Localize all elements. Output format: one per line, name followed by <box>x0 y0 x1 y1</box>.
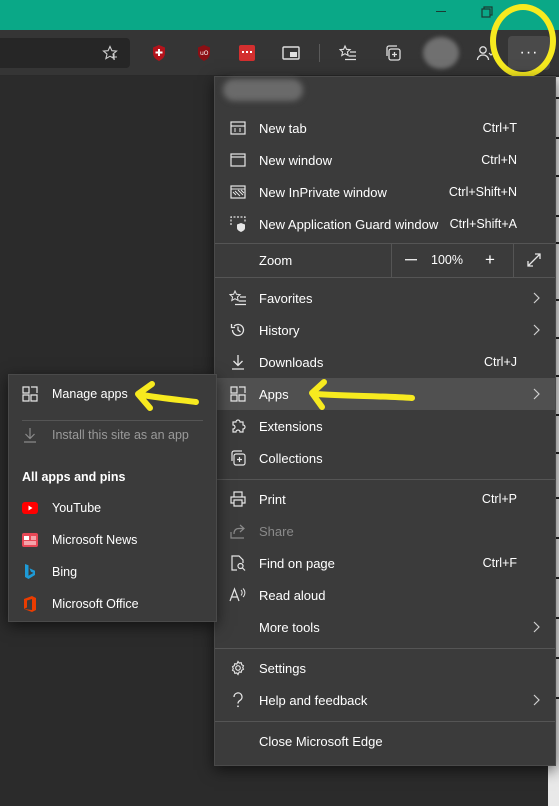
picture-in-picture-icon[interactable] <box>279 41 303 65</box>
extension-shield-icon[interactable] <box>147 41 171 65</box>
share-icon <box>229 522 247 540</box>
menu-item-favorites[interactable]: Favorites <box>215 282 555 314</box>
bing-icon <box>22 564 38 580</box>
annotation-arrow-manage-apps <box>135 381 199 411</box>
application-guard-icon <box>229 215 247 233</box>
menu-item-collections[interactable]: Collections <box>215 442 555 474</box>
zoom-level: 100% <box>431 253 463 267</box>
youtube-icon <box>22 500 38 516</box>
menu-item-extensions[interactable]: Extensions <box>215 410 555 442</box>
minimize-icon[interactable] <box>436 11 446 12</box>
zoom-in-button[interactable]: + <box>478 248 502 272</box>
app-item-microsoft-office[interactable]: Microsoft Office <box>9 588 216 620</box>
menu-item-find-on-page[interactable]: Find on page Ctrl+F <box>215 547 555 579</box>
browser-toolbar: uO ··· <box>0 30 559 76</box>
menu-item-close-edge[interactable]: Close Microsoft Edge <box>215 725 555 757</box>
menu-item-new-inprivate-window[interactable]: New InPrivate window Ctrl+Shift+N <box>215 176 555 208</box>
inprivate-icon <box>229 183 247 201</box>
app-item-bing[interactable]: Bing <box>9 556 216 588</box>
menu-divider <box>215 277 555 278</box>
menu-item-read-aloud[interactable]: Read aloud <box>215 579 555 611</box>
question-mark-icon <box>229 691 247 709</box>
menu-item-help-and-feedback[interactable]: Help and feedback <box>215 684 555 716</box>
menu-item-new-application-guard-window[interactable]: New Application Guard window Ctrl+Shift+… <box>215 208 555 240</box>
ublock-origin-icon[interactable]: uO <box>192 41 216 65</box>
annotation-arrow-apps <box>309 379 415 410</box>
profile-name <box>223 79 303 101</box>
app-item-youtube[interactable]: YouTube <box>9 492 216 524</box>
read-aloud-icon <box>229 586 247 604</box>
new-tab-icon <box>229 119 247 137</box>
chevron-right-icon <box>533 324 540 336</box>
menu-item-share[interactable]: Share <box>215 515 555 547</box>
microsoft-office-icon <box>22 596 38 612</box>
download-icon <box>229 353 247 371</box>
full-screen-button[interactable] <box>522 248 546 272</box>
apps-icon <box>22 386 38 402</box>
extension-red-icon[interactable] <box>235 41 259 65</box>
add-favorite-star-icon[interactable] <box>102 45 118 61</box>
chevron-right-icon <box>533 292 540 304</box>
menu-item-more-tools[interactable]: More tools <box>215 611 555 643</box>
download-icon <box>22 427 38 443</box>
restore-icon[interactable] <box>481 6 493 18</box>
zoom-row: Zoom 100% + <box>215 244 555 277</box>
address-bar[interactable] <box>0 38 130 68</box>
submenu-item-install-site[interactable]: Install this site as an app <box>9 419 216 451</box>
menu-item-new-tab[interactable]: New tab Ctrl+T <box>215 112 555 144</box>
menu-item-history[interactable]: History <box>215 314 555 346</box>
extensions-puzzle-icon <box>229 417 247 435</box>
find-on-page-icon <box>229 554 247 572</box>
svg-text:uO: uO <box>200 50 209 57</box>
annotation-circle <box>490 4 556 78</box>
menu-item-settings[interactable]: Settings <box>215 652 555 684</box>
chevron-right-icon <box>533 694 540 706</box>
microsoft-news-icon <box>22 532 38 548</box>
title-bar <box>0 0 559 30</box>
chevron-right-icon <box>533 621 540 633</box>
settings-menu: New tab Ctrl+T New window Ctrl+N New InP… <box>214 76 556 766</box>
history-icon <box>229 321 247 339</box>
menu-divider <box>215 648 555 649</box>
app-item-microsoft-news[interactable]: Microsoft News <box>9 524 216 556</box>
menu-divider <box>215 721 555 722</box>
new-window-icon <box>229 151 247 169</box>
print-icon <box>229 490 247 508</box>
menu-item-downloads[interactable]: Downloads Ctrl+J <box>215 346 555 378</box>
favorites-icon[interactable] <box>336 41 360 65</box>
chevron-right-icon <box>533 388 540 400</box>
apps-icon <box>229 385 247 403</box>
zoom-out-button[interactable] <box>399 248 423 272</box>
profile-avatar[interactable] <box>423 37 459 69</box>
menu-item-new-window[interactable]: New window Ctrl+N <box>215 144 555 176</box>
gear-icon <box>229 659 247 677</box>
menu-divider <box>215 479 555 480</box>
all-apps-heading: All apps and pins <box>22 470 126 484</box>
menu-item-print[interactable]: Print Ctrl+P <box>215 483 555 515</box>
collections-icon[interactable] <box>381 41 405 65</box>
full-screen-icon <box>527 253 541 267</box>
favorites-icon <box>229 289 247 307</box>
toolbar-divider <box>319 44 320 62</box>
collections-icon <box>229 449 247 467</box>
